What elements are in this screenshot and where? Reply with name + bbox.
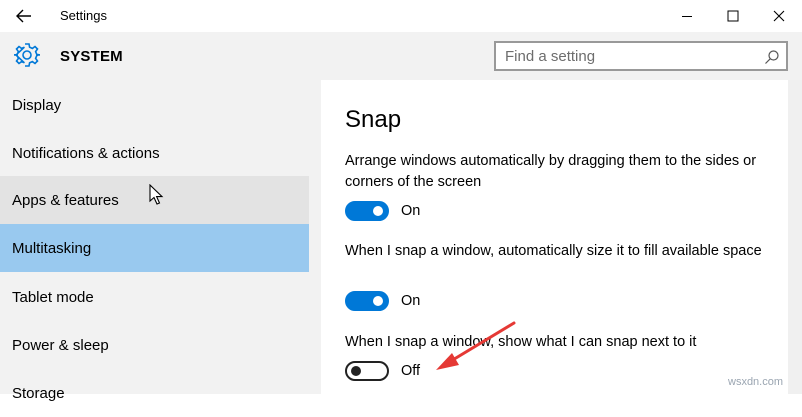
toggle-knob	[351, 366, 361, 376]
toggle-knob	[373, 296, 383, 306]
search-icon	[765, 50, 779, 64]
sidebar-item-power-sleep[interactable]: Power & sleep	[0, 321, 309, 369]
snap-arrange-toggle[interactable]	[345, 201, 389, 221]
sidebar-item-label: Apps & features	[12, 191, 119, 209]
sidebar-item-label: Display	[12, 96, 62, 114]
mouse-cursor-icon	[149, 184, 164, 205]
page-title: Snap	[345, 106, 402, 133]
sidebar-item-notifications[interactable]: Notifications & actions	[0, 129, 309, 177]
search-placeholder: Find a setting	[505, 48, 596, 65]
sidebar-item-label: Tablet mode	[12, 288, 94, 306]
setting-description: When I snap a window, automatically size…	[345, 243, 762, 259]
back-button[interactable]	[10, 5, 38, 27]
close-button[interactable]	[756, 0, 802, 32]
watermark-text: wsxdn.com	[728, 376, 784, 388]
annotation-arrow-icon	[436, 321, 516, 370]
sidebar: Display Notifications & actions Apps & f…	[0, 80, 309, 402]
sidebar-item-storage[interactable]: Storage	[0, 369, 309, 417]
toggle-knob	[373, 206, 383, 216]
maximize-button[interactable]	[710, 0, 756, 32]
back-arrow-icon	[16, 9, 31, 23]
gear-icon	[14, 43, 40, 67]
sidebar-item-label: Storage	[12, 384, 65, 402]
toggle-state: On	[401, 203, 421, 219]
maximize-icon	[727, 10, 739, 22]
snap-assist-toggle[interactable]	[345, 361, 389, 381]
toggle-state: On	[401, 293, 421, 309]
search-input[interactable]: Find a setting	[494, 41, 788, 71]
toggle-state: Off	[401, 363, 421, 379]
setting-description: Arrange windows automatically by draggin…	[345, 153, 757, 190]
minimize-icon	[682, 16, 692, 17]
scrollbar[interactable]	[788, 80, 802, 394]
sidebar-item-tablet-mode[interactable]: Tablet mode	[0, 273, 309, 321]
sidebar-item-label: Multitasking	[12, 239, 92, 257]
sidebar-item-display[interactable]: Display	[0, 81, 309, 129]
sidebar-item-multitasking[interactable]: Multitasking	[0, 224, 309, 272]
close-icon	[773, 10, 785, 22]
window-title: Settings	[60, 8, 107, 23]
pane-divider	[309, 80, 321, 394]
sidebar-item-label: Power & sleep	[12, 336, 109, 354]
section-title: SYSTEM	[60, 48, 123, 65]
setting-description: When I snap a window, show what I can sn…	[345, 334, 697, 350]
sidebar-item-label: Notifications & actions	[12, 144, 160, 162]
minimize-button[interactable]	[664, 0, 710, 32]
snap-autosize-toggle[interactable]	[345, 291, 389, 311]
